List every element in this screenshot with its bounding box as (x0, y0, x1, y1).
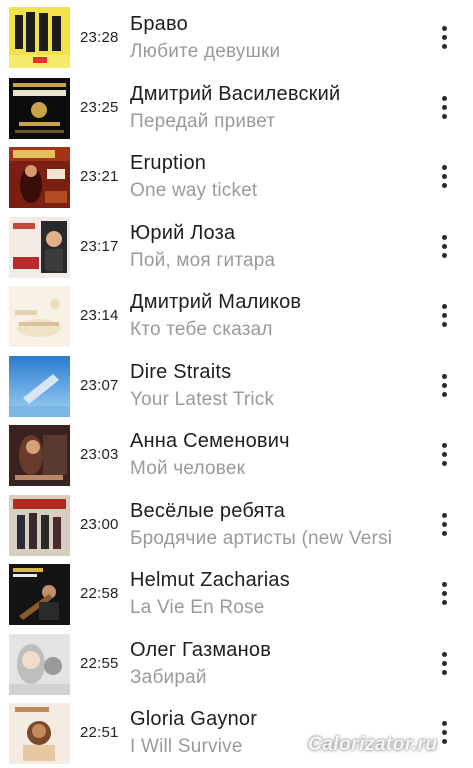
list-item[interactable]: 23:17 Юрий Лоза Пой, моя гитара (0, 209, 473, 279)
artist-name: Gloria Gaynor (130, 708, 258, 730)
artist-name: Олег Газманов (130, 638, 272, 661)
song-title: Кто тебе сказал (130, 319, 273, 340)
artist-name: Браво (130, 13, 188, 35)
play-time: 23:17 (80, 237, 119, 255)
song-title: Пой, моя гитара (130, 249, 276, 271)
list-item[interactable]: 23:25 Дмитрий Василевский Передай привет (0, 70, 473, 140)
play-time: 22:55 (80, 654, 119, 672)
artist-name: Дмитрий Василевский (130, 82, 341, 105)
album-cover (9, 286, 70, 347)
more-vertical-icon[interactable] (432, 511, 458, 541)
album-cover (9, 77, 70, 139)
song-title: Мой человек (130, 458, 246, 479)
song-title: Забирай (130, 666, 207, 688)
list-item[interactable]: 23:14 Дмитрий Маликов Кто тебе сказал (0, 278, 473, 348)
play-time: 23:25 (80, 98, 119, 116)
artist-name: Анна Семенович (130, 430, 290, 452)
play-time: 23:00 (80, 515, 119, 533)
artist-name: Eruption (130, 152, 207, 174)
album-cover (9, 564, 70, 625)
list-item[interactable]: 23:07 Dire Straits Your Latest Trick (0, 348, 473, 418)
artist-name: Юрий Лоза (130, 221, 236, 244)
play-time: 23:14 (80, 307, 119, 324)
play-time: 23:07 (80, 376, 119, 394)
play-time: 23:28 (80, 29, 119, 46)
list-item[interactable]: 23:03 Анна Семенович Мой человек (0, 417, 473, 487)
more-vertical-icon[interactable] (432, 233, 458, 263)
album-cover (9, 425, 70, 486)
list-item[interactable]: 23:21 Eruption One way ticket (0, 139, 473, 209)
watermark-text: Calorizator.ru (308, 734, 438, 755)
list-item[interactable]: 22:55 Олег Газманов Забирай (0, 626, 473, 696)
more-vertical-icon[interactable] (432, 650, 458, 680)
play-time: 22:58 (80, 585, 119, 602)
song-title: Любите девушки (130, 41, 281, 62)
album-cover (9, 703, 70, 764)
more-vertical-icon[interactable] (432, 24, 458, 54)
more-vertical-icon[interactable] (432, 302, 458, 332)
more-vertical-icon[interactable] (432, 441, 458, 471)
album-cover (9, 7, 70, 68)
more-vertical-icon[interactable] (432, 580, 458, 610)
list-item[interactable]: 23:00 Весёлые ребята Бродячие артисты (n… (0, 487, 473, 557)
song-title: One way ticket (130, 180, 258, 201)
artist-name: Весёлые ребята (130, 499, 286, 522)
album-cover (9, 494, 70, 556)
song-title: La Vie En Rose (130, 597, 265, 618)
more-vertical-icon[interactable] (432, 372, 458, 402)
song-title: Your Latest Trick (130, 388, 275, 410)
album-cover (9, 216, 70, 278)
list-item[interactable]: 23:28 Браво Любите девушки (0, 0, 473, 70)
album-cover (9, 355, 70, 417)
play-time: 22:51 (80, 724, 119, 741)
artist-name: Dire Straits (130, 360, 232, 383)
play-time: 23:21 (80, 168, 119, 185)
artist-name: Дмитрий Маликов (130, 291, 302, 313)
album-cover (9, 147, 70, 208)
artist-name: Helmut Zacharias (130, 569, 290, 591)
song-title: Бродячие артисты (new Versi (130, 527, 393, 549)
album-cover (9, 633, 70, 695)
song-title: Передай привет (130, 110, 276, 132)
track-history-list: 23:28 Браво Любите девушки 23:25 Дмитрий… (0, 0, 473, 765)
list-item[interactable]: 22:58 Helmut Zacharias La Vie En Rose (0, 556, 473, 626)
play-time: 23:03 (80, 446, 119, 463)
more-vertical-icon[interactable] (432, 163, 458, 193)
more-vertical-icon[interactable] (432, 94, 458, 124)
